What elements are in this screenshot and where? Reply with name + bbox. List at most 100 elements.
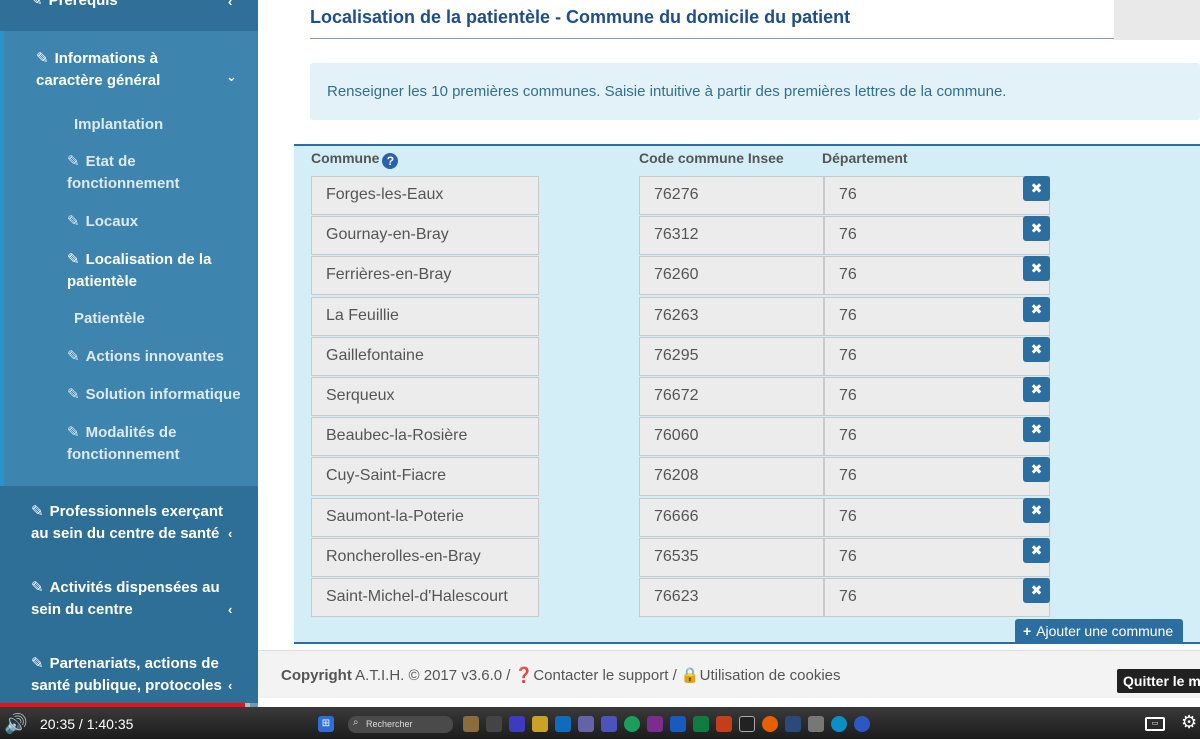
delete-row-button[interactable]: ✖	[1023, 537, 1050, 563]
insee-code-field: 76672	[639, 377, 824, 416]
table-row: Saint-Michel-d'Halescourt 76623 76 ✖	[294, 578, 1054, 618]
video-time: 20:35 / 1:40:35	[40, 716, 134, 732]
departement-field: 76	[824, 336, 1050, 376]
taskbar-app-icon[interactable]	[785, 716, 801, 732]
sidebar-item-partenariats[interactable]: ✎ Partenariats, actions de santé publique…	[0, 653, 258, 697]
taskbar-search[interactable]: ⌕ Rechercher	[348, 716, 453, 733]
gear-icon[interactable]: ⚙	[1181, 712, 1197, 733]
sidebar-subitem-label: Locaux	[85, 213, 139, 230]
search-icon: ⌕	[353, 717, 359, 728]
edge-icon[interactable]	[831, 716, 847, 732]
chrome-icon[interactable]	[624, 716, 640, 732]
sidebar: ✎ Prérequis ‹ ✎ Informations à caractère g…	[0, 0, 258, 712]
commune-input[interactable]: Roncherolles-en-Bray	[311, 537, 539, 577]
page-title: Localisation de la patientèle - Commune …	[310, 7, 851, 27]
delete-row-button[interactable]: ✖	[1023, 256, 1050, 282]
commune-input[interactable]: La Feuillie	[311, 296, 539, 336]
insee-code-field: 76666	[639, 497, 824, 537]
powerpoint-icon[interactable]	[716, 716, 732, 732]
taskbar-app-icon[interactable]	[601, 716, 617, 732]
sidebar-item-activites[interactable]: ✎ Activités dispensées au sein du centre …	[0, 577, 258, 621]
delete-row-button[interactable]: ✖	[1023, 216, 1050, 242]
taskbar-app-icon[interactable]	[463, 716, 479, 732]
table-row: La Feuillie 76263 76 ✖	[294, 296, 1054, 337]
taskbar-app-icon[interactable]	[739, 716, 755, 732]
insee-code-field: 76312	[639, 216, 824, 256]
sidebar-subitem-actions-innovantes[interactable]: ✎ Actions innovantes	[67, 346, 224, 368]
sidebar-item-prerequis[interactable]: ✎ Prérequis ‹	[0, 0, 258, 31]
taskbar-app-icon[interactable]	[509, 716, 525, 732]
commune-input[interactable]: Saumont-la-Poterie	[311, 497, 539, 537]
video-controls: 🔊 20:35 / 1:40:35 ⊞ ⌕ Rechercher ▭ ⚙	[0, 707, 1200, 739]
commune-input[interactable]: Beaubec-la-Rosière	[311, 417, 539, 457]
cookies-link[interactable]: Utilisation de cookies	[700, 667, 841, 684]
commune-input[interactable]: Gaillefontaine	[311, 336, 539, 376]
chevron-left-icon: ‹	[228, 0, 233, 9]
commune-input[interactable]: Ferrières-en-Bray	[311, 256, 539, 296]
footer-copyright: A.T.I.H. © 2017 v3.6.0 /	[355, 667, 511, 684]
edit-icon: ✎	[31, 503, 44, 520]
word-icon[interactable]	[670, 716, 686, 732]
insee-code-field: 76260	[639, 256, 824, 296]
top-right-panel	[1114, 0, 1200, 40]
sidebar-subitem-localisation-patientele[interactable]: ✎ Localisation de la patientèle	[67, 249, 211, 293]
windows-start-icon[interactable]: ⊞	[318, 716, 334, 732]
teams-icon[interactable]	[578, 716, 594, 732]
lock-icon: 🔒	[680, 667, 700, 684]
sidebar-subitem-label: Solution informatique	[85, 386, 241, 403]
sidebar-subitem-locaux[interactable]: ✎ Locaux	[67, 211, 138, 233]
taskbar-app-icon[interactable]	[555, 716, 571, 732]
delete-row-button[interactable]: ✖	[1023, 417, 1050, 443]
taskbar-app-icon[interactable]	[486, 716, 502, 732]
add-commune-button[interactable]: + Ajouter une commune	[1015, 619, 1183, 644]
communes-panel: Commune? Code commune Insee Département …	[294, 144, 1200, 644]
sidebar-subitem-etat-fonctionnement[interactable]: ✎ Etat de fonctionnement	[67, 151, 180, 195]
edit-icon: ✎	[67, 386, 80, 403]
folder-icon[interactable]	[532, 716, 548, 732]
excel-icon[interactable]	[693, 716, 709, 732]
contact-support-link[interactable]: Contacter le support /	[533, 667, 676, 684]
sidebar-subitem-label: Implantation	[74, 116, 164, 133]
commune-input[interactable]: Forges-les-Eaux	[311, 176, 539, 215]
delete-row-button[interactable]: ✖	[1023, 578, 1050, 603]
sidebar-item-label: Partenariats, actions de	[49, 655, 219, 672]
captions-icon[interactable]: ▭	[1145, 717, 1165, 731]
edit-icon: ✎	[31, 655, 44, 672]
delete-row-button[interactable]: ✖	[1023, 377, 1050, 402]
commune-input[interactable]: Cuy-Saint-Fiacre	[311, 457, 539, 497]
delete-row-button[interactable]: ✖	[1023, 457, 1050, 483]
delete-row-button[interactable]: ✖	[1023, 176, 1050, 201]
firefox-icon[interactable]	[762, 716, 778, 732]
edit-icon: ✎	[36, 50, 49, 67]
table-row: Beaubec-la-Rosière 76060 76 ✖	[294, 417, 1054, 457]
sidebar-item-label-2: santé publique, protocoles	[31, 677, 222, 694]
commune-input[interactable]: Serqueux	[311, 377, 539, 416]
insee-code-field: 76263	[639, 296, 824, 336]
taskbar-app-icon[interactable]	[808, 716, 824, 732]
edit-icon: ✎	[67, 153, 80, 170]
sidebar-subitem-modalites[interactable]: ✎ Modalités de fonctionnement	[67, 422, 180, 466]
sidebar-subitem-solution-informatique[interactable]: ✎ Solution informatique	[67, 384, 241, 406]
sidebar-subitem-patientele[interactable]: Patientèle	[74, 308, 145, 330]
sidebar-subitem-implantation[interactable]: Implantation	[74, 114, 163, 136]
edit-icon: ✎	[67, 251, 80, 268]
edit-icon: ✎	[30, 0, 43, 9]
volume-icon[interactable]: 🔊	[4, 712, 28, 736]
main-content: Localisation de la patientèle - Commune …	[258, 0, 1200, 712]
commune-input[interactable]: Gournay-en-Bray	[311, 216, 539, 256]
column-header-label: Commune	[311, 150, 380, 166]
taskbar-app-icon[interactable]	[854, 716, 870, 732]
delete-row-button[interactable]: ✖	[1023, 497, 1050, 523]
departement-field: 76	[824, 377, 1050, 416]
delete-row-button[interactable]: ✖	[1023, 296, 1050, 322]
chevron-down-icon: ⌄	[226, 69, 237, 84]
edit-icon: ✎	[31, 579, 44, 596]
commune-input[interactable]: Saint-Michel-d'Halescourt	[311, 578, 539, 617]
delete-row-button[interactable]: ✖	[1023, 336, 1050, 362]
onenote-icon[interactable]	[647, 716, 663, 732]
departement-field: 76	[824, 296, 1050, 336]
footer-copyright-label: Copyright	[281, 667, 352, 684]
sidebar-item-label: Prérequis	[48, 0, 118, 9]
sidebar-item-professionnels[interactable]: ✎ Professionnels exerçant au sein du cent…	[0, 501, 258, 545]
help-icon[interactable]: ?	[382, 153, 399, 169]
